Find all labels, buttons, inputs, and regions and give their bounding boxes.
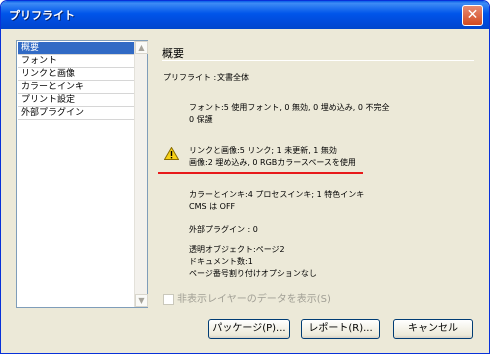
- sidebar-item-summary[interactable]: 概要: [18, 42, 134, 55]
- sidebar-item-links-images[interactable]: リンクと画像: [18, 68, 134, 81]
- scroll-up-icon[interactable]: ▲: [135, 41, 148, 54]
- colors-inks-summary: カラーとインキ:4 プロセスインキ; 1 特色インキ: [189, 190, 365, 199]
- show-hidden-layers-checkbox[interactable]: [163, 293, 174, 305]
- document-count: ドキュメント数:1: [189, 257, 253, 266]
- sidebar-item-colors-inks[interactable]: カラーとインキ: [18, 81, 134, 94]
- heading-divider: [162, 60, 474, 61]
- sidebar-scrollbar[interactable]: ▲ ▼: [134, 41, 148, 307]
- fonts-protected: 0 保護: [189, 115, 213, 124]
- preflight-label: プリフライト :: [163, 73, 217, 82]
- section-heading: 概要: [162, 47, 184, 60]
- highlight-underline: [158, 172, 363, 174]
- images-summary: 画像:2 埋め込み, 0 RGBカラースペースを使用: [189, 158, 356, 167]
- show-hidden-layers-label: 非表示レイヤーのデータを表示(S): [177, 294, 331, 305]
- page-numbering-summary: ページ番号割り付けオプションなし: [189, 269, 317, 278]
- close-button[interactable]: ✕: [462, 5, 483, 26]
- show-hidden-layers-option[interactable]: 非表示レイヤーのデータを表示(S): [163, 290, 331, 305]
- cancel-button[interactable]: キャンセル: [393, 319, 473, 339]
- transparency-summary: 透明オブジェクト:ページ2: [189, 245, 285, 254]
- cms-status: CMS は OFF: [189, 202, 236, 211]
- sidebar-item-fonts[interactable]: フォント: [18, 55, 134, 68]
- fonts-summary: フォント:5 使用フォント, 0 無効, 0 埋め込み, 0 不完全: [189, 103, 390, 112]
- report-button[interactable]: レポート(R)...: [301, 319, 380, 339]
- window-title: プリフライト: [9, 9, 75, 22]
- scroll-down-icon[interactable]: ▼: [135, 294, 148, 307]
- package-button[interactable]: パッケージ(P)...: [208, 319, 290, 339]
- sidebar-item-print-settings[interactable]: プリント設定: [18, 94, 134, 107]
- sidebar-item-external-plugins[interactable]: 外部プラグイン: [18, 107, 134, 120]
- preflight-dialog: プリフライト ✕ 概要 フォント リンクと画像 カラーとインキ プリント設定 外…: [0, 0, 490, 354]
- category-list[interactable]: 概要 フォント リンクと画像 カラーとインキ プリント設定 外部プラグイン ▲ …: [16, 40, 148, 308]
- warning-icon: [164, 147, 179, 160]
- plugins-summary: 外部プラグイン : 0: [189, 225, 258, 234]
- title-bar[interactable]: プリフライト ✕: [1, 1, 489, 29]
- preflight-scope-value: 文書全体: [217, 73, 249, 82]
- links-summary: リンクと画像:5 リンク; 1 未更新, 1 無効: [189, 146, 337, 155]
